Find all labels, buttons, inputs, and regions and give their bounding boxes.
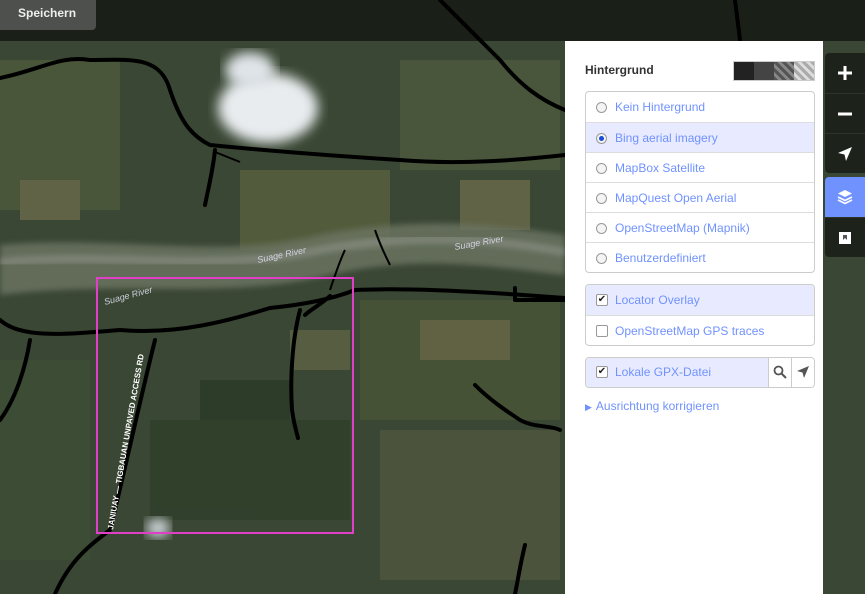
- layer-label: Kein Hintergrund: [615, 100, 706, 114]
- radio-button[interactable]: [596, 223, 607, 234]
- layer-option-bing[interactable]: Bing aerial imagery: [586, 122, 814, 152]
- overlay-option-locator[interactable]: ✔ Locator Overlay: [586, 285, 814, 315]
- zoom-controls: [825, 53, 865, 173]
- map-data-button[interactable]: [825, 217, 865, 257]
- layer-option-none[interactable]: Kein Hintergrund: [586, 92, 814, 122]
- layer-label: MapBox Satellite: [615, 161, 706, 175]
- geolocate-button[interactable]: [825, 133, 865, 173]
- zoom-out-button[interactable]: [825, 93, 865, 133]
- map-controls: [825, 53, 865, 267]
- panel-controls: [825, 177, 865, 257]
- gpx-browse-button[interactable]: [768, 358, 791, 387]
- fix-alignment-toggle[interactable]: ▶ Ausrichtung korrigieren: [585, 398, 815, 414]
- gpx-toggle[interactable]: ✔ Lokale GPX-Datei: [586, 358, 768, 387]
- radio-button[interactable]: [596, 193, 607, 204]
- opacity-option[interactable]: [794, 62, 814, 80]
- overlay-label: Locator Overlay: [615, 293, 700, 307]
- panel-header: Hintergrund: [585, 61, 815, 83]
- gpx-row: ✔ Lokale GPX-Datei: [585, 357, 815, 388]
- layer-option-mapnik[interactable]: OpenStreetMap (Mapnik): [586, 212, 814, 242]
- layer-option-mapquest[interactable]: MapQuest Open Aerial: [586, 182, 814, 212]
- layer-option-custom[interactable]: Benutzerdefiniert: [586, 242, 814, 272]
- radio-button[interactable]: [596, 133, 607, 144]
- layers-icon: [837, 190, 853, 205]
- location-arrow-icon: [838, 147, 852, 161]
- checkbox[interactable]: ✔: [596, 294, 608, 306]
- opacity-selector[interactable]: [733, 61, 815, 81]
- opacity-option[interactable]: [754, 62, 774, 80]
- checkbox[interactable]: [596, 325, 608, 337]
- layer-label: Bing aerial imagery: [615, 131, 718, 145]
- background-layer-list: Kein Hintergrund Bing aerial imagery Map…: [585, 91, 815, 273]
- background-panel: Hintergrund Kein Hintergrund Bing aerial…: [565, 41, 823, 594]
- fix-alignment-label: Ausrichtung korrigieren: [595, 399, 720, 413]
- layer-label: OpenStreetMap (Mapnik): [615, 221, 750, 235]
- save-button[interactable]: Speichern: [0, 0, 96, 30]
- background-button[interactable]: [825, 177, 865, 217]
- top-bar: Speichern: [0, 0, 865, 41]
- overlay-option-gps-traces[interactable]: OpenStreetMap GPS traces: [586, 315, 814, 345]
- overlay-list: ✔ Locator Overlay OpenStreetMap GPS trac…: [585, 284, 815, 346]
- radio-button[interactable]: [596, 102, 607, 113]
- checkbox[interactable]: ✔: [596, 366, 608, 378]
- map-data-icon: [839, 232, 851, 244]
- gpx-zoom-button[interactable]: [791, 358, 814, 387]
- search-icon: [773, 365, 787, 379]
- layer-label: Benutzerdefiniert: [615, 251, 706, 265]
- zoom-in-button[interactable]: [825, 53, 865, 93]
- minus-icon: [838, 112, 852, 116]
- location-arrow-icon: [797, 366, 809, 378]
- overlay-label: OpenStreetMap GPS traces: [615, 324, 765, 338]
- radio-button[interactable]: [596, 253, 607, 264]
- layer-label: MapQuest Open Aerial: [615, 191, 737, 205]
- opacity-option[interactable]: [734, 62, 754, 80]
- gpx-label: Lokale GPX-Datei: [615, 365, 712, 379]
- opacity-option[interactable]: [774, 62, 794, 80]
- expand-triangle-icon: ▶: [585, 402, 592, 412]
- layer-option-mapbox[interactable]: MapBox Satellite: [586, 152, 814, 182]
- radio-button[interactable]: [596, 163, 607, 174]
- plus-icon: [838, 66, 852, 80]
